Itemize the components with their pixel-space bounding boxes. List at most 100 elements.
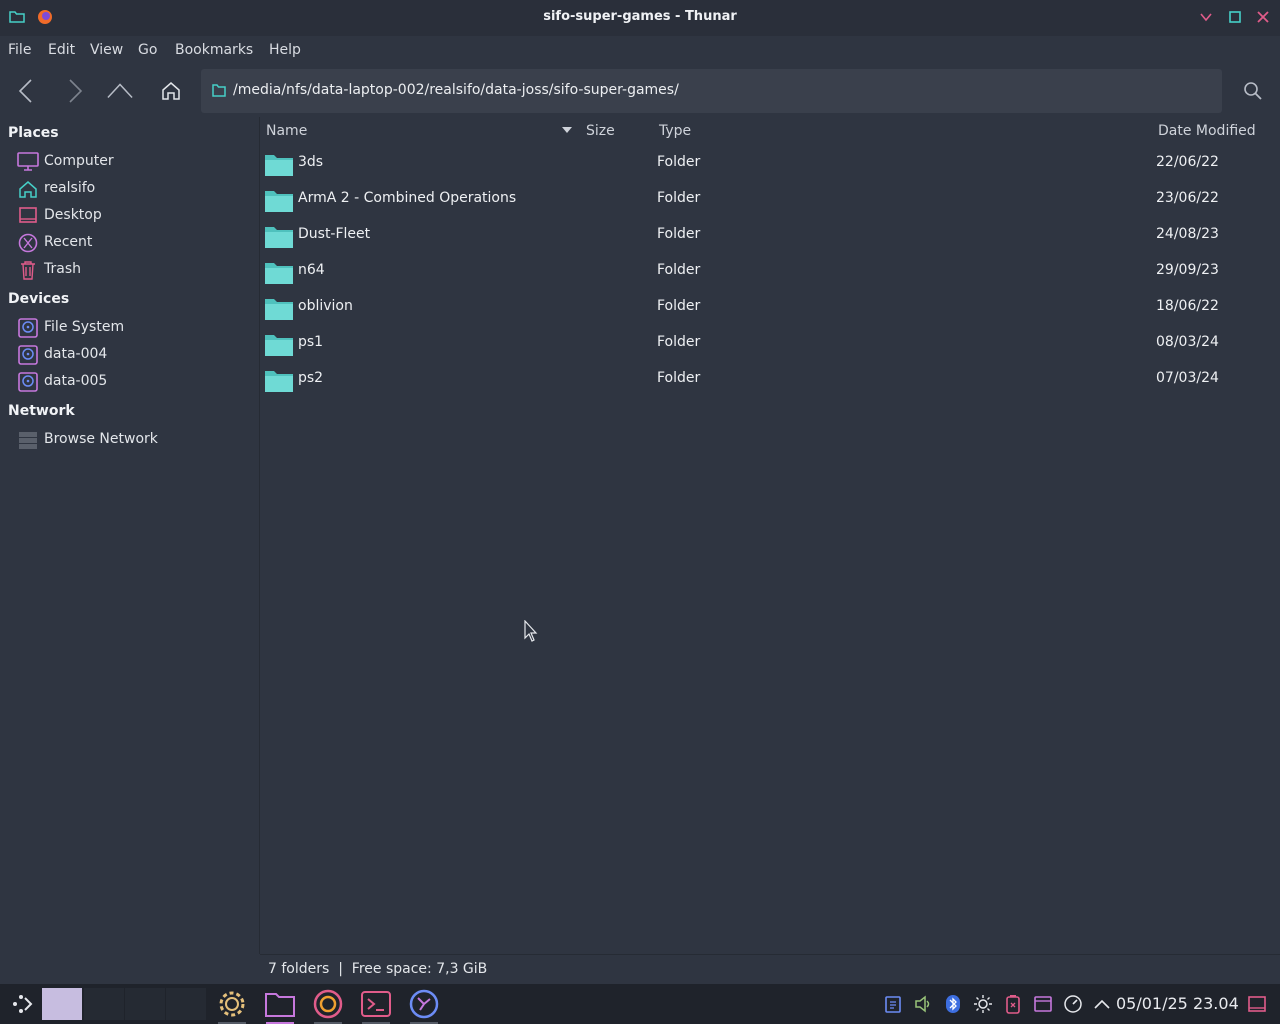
table-row[interactable]: ps1 Folder 08/03/24 — [260, 325, 1280, 361]
table-row[interactable]: ArmA 2 - Combined Operations Folder 23/0… — [260, 181, 1280, 217]
computer-icon — [17, 152, 39, 171]
table-row[interactable]: n64 Folder 29/09/23 — [260, 253, 1280, 289]
sidebar-item-label: Recent — [44, 234, 93, 250]
bluetooth-icon[interactable] — [943, 994, 963, 1014]
taskbar-app-other[interactable] — [407, 988, 441, 1024]
back-icon[interactable] — [14, 78, 40, 104]
sidebar-item-browse-network[interactable]: Browse Network — [17, 429, 252, 451]
taskbar-app-browser[interactable] — [311, 988, 345, 1024]
browser-icon — [313, 989, 343, 1019]
drive-icon — [18, 318, 38, 338]
sidebar-item-recent[interactable]: Recent — [17, 232, 252, 254]
location-path[interactable]: /media/nfs/data-laptop-002/realsifo/data… — [233, 82, 679, 98]
file-list: Name Size Type Date Modified 3ds Folder … — [260, 117, 1280, 954]
clipboard-icon[interactable] — [883, 994, 903, 1014]
sidebar-item-trash[interactable]: Trash — [17, 259, 252, 281]
mouse-cursor-icon — [524, 620, 538, 642]
folder-icon — [265, 335, 293, 356]
file-type: Folder — [657, 370, 701, 386]
file-date: 08/03/24 — [1156, 334, 1219, 350]
sidebar-item-data-004[interactable]: data-004 — [17, 344, 252, 366]
file-date: 23/06/22 — [1156, 190, 1219, 206]
sidebar-item-label: Computer — [44, 153, 114, 169]
folder-icon — [212, 84, 226, 97]
display-icon[interactable] — [1033, 994, 1053, 1014]
sidebar-item-data-005[interactable]: data-005 — [17, 371, 252, 393]
sidebar-item-realsifo[interactable]: realsifo — [17, 178, 252, 200]
folder-icon — [265, 191, 293, 212]
sidebar-item-label: Desktop — [44, 207, 102, 223]
up-icon[interactable] — [107, 78, 133, 104]
maximize-icon[interactable] — [1227, 9, 1243, 25]
column-header-date[interactable]: Date Modified — [1158, 123, 1256, 139]
column-header-type[interactable]: Type — [659, 123, 691, 139]
status-bar: 7 folders | Free space: 7,3 GiB — [260, 954, 1280, 985]
file-date: 18/06/22 — [1156, 298, 1219, 314]
sidebar-item-computer[interactable]: Computer — [17, 151, 252, 173]
taskbar-app-settings[interactable] — [215, 988, 249, 1024]
toolbar: /media/nfs/data-laptop-002/realsifo/data… — [0, 66, 1280, 116]
table-row[interactable]: ps2 Folder 07/03/24 — [260, 361, 1280, 397]
speedometer-icon[interactable] — [1063, 994, 1083, 1014]
table-row[interactable]: Dust-Fleet Folder 24/08/23 — [260, 217, 1280, 253]
file-date: 24/08/23 — [1156, 226, 1219, 242]
workspace-2[interactable] — [84, 988, 124, 1020]
menu-file[interactable]: File — [8, 42, 31, 58]
sidebar-item-file-system[interactable]: File System — [17, 317, 252, 339]
column-header-size[interactable]: Size — [586, 123, 615, 139]
home-icon[interactable] — [158, 78, 184, 104]
taskbar: 05/01/25 23.04 — [0, 984, 1280, 1024]
menu-edit[interactable]: Edit — [48, 42, 75, 58]
forward-icon[interactable] — [61, 78, 87, 104]
file-date: 07/03/24 — [1156, 370, 1219, 386]
file-type: Folder — [657, 154, 701, 170]
close-icon[interactable] — [1255, 9, 1271, 25]
sidebar-item-label: data-005 — [44, 373, 108, 389]
battery-icon[interactable] — [1003, 994, 1023, 1014]
sidebar-item-desktop[interactable]: Desktop — [17, 205, 252, 227]
app-launcher-icon[interactable] — [10, 992, 36, 1016]
show-desktop-icon[interactable] — [1247, 994, 1267, 1014]
file-name: 3ds — [298, 154, 324, 170]
file-date: 22/06/22 — [1156, 154, 1219, 170]
menu-view[interactable]: View — [90, 42, 123, 58]
file-date: 29/09/23 — [1156, 262, 1219, 278]
file-name: n64 — [298, 262, 325, 278]
menu-help[interactable]: Help — [269, 42, 301, 58]
minimize-icon[interactable] — [1198, 9, 1214, 25]
status-text: 7 folders | Free space: 7,3 GiB — [268, 961, 488, 977]
file-name: Dust-Fleet — [298, 226, 371, 242]
drive-icon — [18, 372, 38, 392]
devices-heading: Devices — [8, 291, 70, 307]
clock[interactable]: 05/01/25 23.04 — [1116, 994, 1239, 1013]
menu-bookmarks[interactable]: Bookmarks — [175, 42, 253, 58]
chevron-up-icon[interactable] — [1092, 994, 1112, 1014]
menu-go[interactable]: Go — [138, 42, 157, 58]
column-header-name[interactable]: Name — [266, 123, 307, 139]
brightness-icon[interactable] — [973, 994, 993, 1014]
folder-icon — [265, 299, 293, 320]
volume-icon[interactable] — [913, 994, 933, 1014]
desktop-icon — [19, 207, 37, 223]
drive-icon — [18, 345, 38, 365]
workspace-3[interactable] — [125, 988, 165, 1020]
file-name: ps1 — [298, 334, 324, 350]
location-bar[interactable]: /media/nfs/data-laptop-002/realsifo/data… — [201, 69, 1222, 113]
file-name: oblivion — [298, 298, 353, 314]
taskbar-app-file-manager[interactable] — [263, 988, 297, 1024]
file-type: Folder — [657, 190, 701, 206]
workspace-1[interactable] — [42, 988, 82, 1020]
table-row[interactable]: oblivion Folder 18/06/22 — [260, 289, 1280, 325]
window-title: sifo-super-games - Thunar — [543, 9, 737, 24]
search-icon[interactable] — [1243, 81, 1263, 101]
workspace-4[interactable] — [166, 988, 206, 1020]
places-heading: Places — [8, 125, 59, 141]
settings-icon — [219, 991, 245, 1017]
folder-icon — [265, 371, 293, 392]
taskbar-app-terminal[interactable] — [359, 988, 393, 1024]
network-icon — [19, 432, 37, 449]
sort-descending-icon — [562, 127, 572, 133]
sidebar-item-label: File System — [44, 319, 125, 335]
table-row[interactable]: 3ds Folder 22/06/22 — [260, 145, 1280, 181]
file-name: ps2 — [298, 370, 324, 386]
